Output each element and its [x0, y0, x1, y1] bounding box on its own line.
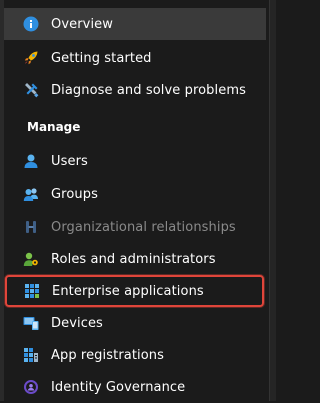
nav-item-label: Diagnose and solve problems	[51, 82, 246, 98]
info-icon	[23, 16, 39, 32]
devices-icon	[23, 315, 39, 331]
nav-item-label: Enterprise applications	[52, 283, 204, 299]
nav-item-label: Organizational relationships	[51, 219, 236, 235]
tools-icon	[23, 82, 39, 98]
nav-item-label: Roles and administrators	[51, 251, 216, 267]
nav-item-label: Identity Governance	[51, 379, 186, 395]
nav-item-getting-started[interactable]: Getting started	[4, 42, 266, 74]
nav-item-devices[interactable]: Devices	[4, 307, 266, 339]
group-icon	[23, 186, 39, 202]
nav-item-users[interactable]: Users	[4, 145, 266, 177]
nav-item-enterprise-applications[interactable]: Enterprise applications	[5, 275, 264, 307]
nav-item-overview[interactable]: Overview	[4, 8, 266, 40]
app-registration-icon	[23, 347, 39, 363]
nav-item-label: Getting started	[51, 50, 152, 66]
section-header-manage: Manage	[27, 120, 81, 134]
nav-item-organizational-relationships[interactable]: Organizational relationships	[4, 211, 266, 243]
nav-item-label: Users	[51, 153, 88, 169]
navigation-panel: Overview Getting started Diagnose and so…	[0, 0, 276, 401]
admin-role-icon	[23, 251, 39, 267]
nav-item-groups[interactable]: Groups	[4, 178, 266, 210]
nav-item-app-registrations[interactable]: App registrations	[4, 339, 266, 371]
nav-item-label: Devices	[51, 315, 103, 331]
user-icon	[23, 153, 39, 169]
relationship-icon	[23, 219, 39, 235]
nav-item-label: Overview	[51, 16, 114, 32]
scrollbar[interactable]	[269, 0, 276, 401]
nav-item-roles-and-administrators[interactable]: Roles and administrators	[4, 243, 266, 275]
rocket-icon	[23, 50, 39, 66]
nav-item-label: Groups	[51, 186, 98, 202]
nav-item-label: App registrations	[51, 347, 165, 363]
nav-item-diagnose[interactable]: Diagnose and solve problems	[4, 74, 266, 106]
app-grid-icon	[24, 283, 40, 299]
nav-item-identity-governance[interactable]: Identity Governance	[4, 371, 266, 403]
identity-governance-icon	[23, 379, 39, 395]
